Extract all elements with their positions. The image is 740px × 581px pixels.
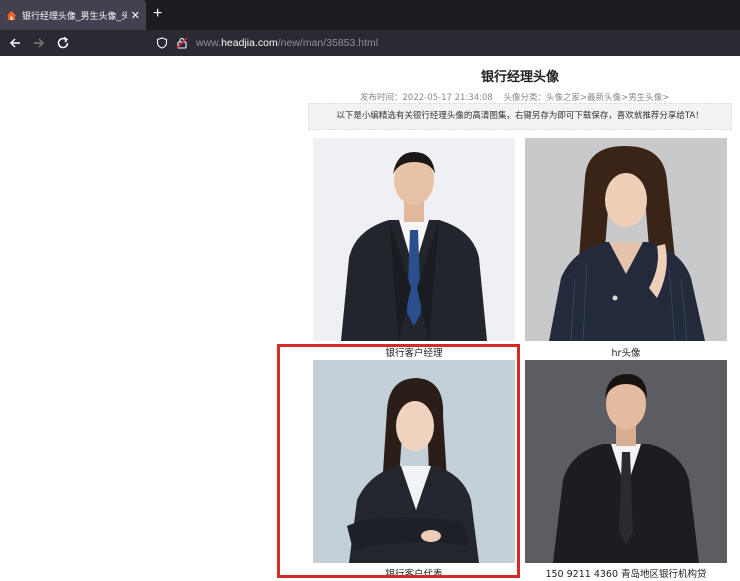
insecure-lock-icon[interactable] xyxy=(176,37,188,49)
gallery-image-4[interactable] xyxy=(525,360,727,563)
site-favicon-icon xyxy=(6,10,17,20)
portrait-man-dark-tie xyxy=(525,360,727,563)
category-breadcrumb[interactable]: 头像分类：头像之家>最新头像>男生头像> xyxy=(503,93,669,103)
back-arrow-icon[interactable] xyxy=(6,34,24,52)
publish-time: 发布时间：2022-05-17 21:34:08 xyxy=(360,93,493,103)
new-tab-button[interactable]: + xyxy=(153,4,162,24)
portrait-woman-pinstripe xyxy=(525,138,727,341)
reload-icon[interactable] xyxy=(54,34,72,52)
highlight-frame xyxy=(277,344,520,578)
article-title: 银行经理头像 xyxy=(480,70,559,85)
intro-text: 以下是小编精选有关银行经理头像的高清图集，右键另存为即可下载保存，喜欢就推荐分享… xyxy=(308,103,732,130)
gallery-image-1[interactable] xyxy=(313,138,515,341)
gallery-caption-2[interactable]: hr头像 xyxy=(525,345,727,359)
portrait-man-blue-tie xyxy=(313,138,515,341)
url-text[interactable]: www.headjia.com/new/man/35853.html xyxy=(196,37,378,49)
address-bar[interactable]: www.headjia.com/new/man/35853.html xyxy=(148,32,740,54)
url-domain: headjia.com xyxy=(221,37,278,49)
tab-title: 银行经理头像_男生头像_头像之 xyxy=(22,11,127,22)
tab-close-icon[interactable]: ✕ xyxy=(131,9,140,22)
url-path: /new/man/35853.html xyxy=(277,37,379,49)
tab-strip: 银行经理头像_男生头像_头像之 ✕ + xyxy=(0,0,740,30)
active-tab[interactable]: 银行经理头像_男生头像_头像之 ✕ xyxy=(0,0,146,30)
article-meta: 发布时间：2022-05-17 21:34:08 头像分类：头像之家>最新头像>… xyxy=(360,91,677,103)
navigation-toolbar: www.headjia.com/new/man/35853.html xyxy=(0,30,740,56)
tracking-shield-icon[interactable] xyxy=(156,37,168,49)
forward-arrow-icon[interactable] xyxy=(30,34,48,52)
gallery-image-2[interactable] xyxy=(525,138,727,341)
gallery-caption-4[interactable]: 150 9211 4360 青岛地区银行机构贷 xyxy=(525,566,727,580)
url-prefix: www. xyxy=(196,37,222,49)
